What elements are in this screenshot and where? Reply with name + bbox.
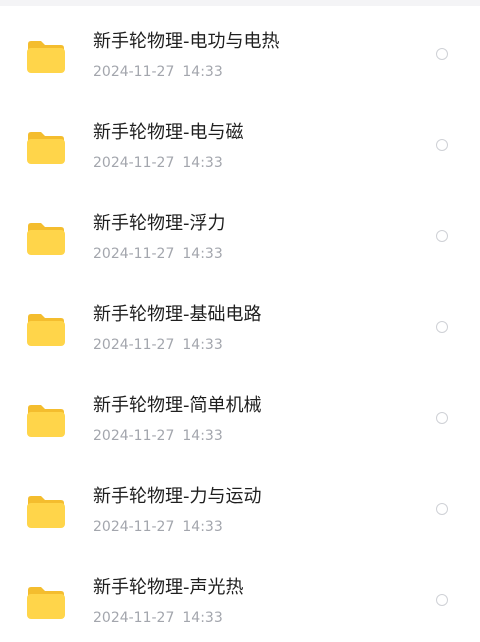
file-row[interactable]: 新手轮物理-力与运动 2024-11-27 14:33 — [0, 455, 480, 546]
file-date: 2024-11-27 — [93, 155, 175, 171]
folder-icon — [27, 223, 65, 255]
file-name: 新手轮物理-电功与电热 — [93, 31, 280, 52]
folder-icon — [27, 587, 65, 619]
file-modified-timestamp: 2024-11-27 14:33 — [93, 336, 223, 354]
file-name: 新手轮物理-电与磁 — [93, 122, 244, 143]
file-modified-timestamp: 2024-11-27 14:33 — [93, 609, 223, 627]
file-row[interactable]: 新手轮物理-电与磁 2024-11-27 14:33 — [0, 91, 480, 182]
file-row[interactable]: 新手轮物理-浮力 2024-11-27 14:33 — [0, 182, 480, 273]
folder-icon — [27, 496, 65, 528]
file-row[interactable]: 新手轮物理-电功与电热 2024-11-27 14:33 — [0, 0, 480, 91]
file-date: 2024-11-27 — [93, 519, 175, 535]
file-name: 新手轮物理-声光热 — [93, 577, 244, 598]
file-time: 14:33 — [182, 155, 223, 171]
file-date: 2024-11-27 — [93, 610, 175, 626]
file-date: 2024-11-27 — [93, 64, 175, 80]
file-time: 14:33 — [182, 428, 223, 444]
radio-circle-icon[interactable] — [436, 503, 448, 515]
file-time: 14:33 — [182, 610, 223, 626]
file-modified-timestamp: 2024-11-27 14:33 — [93, 427, 223, 445]
radio-circle-icon[interactable] — [436, 321, 448, 333]
file-row[interactable]: 新手轮物理-基础电路 2024-11-27 14:33 — [0, 273, 480, 364]
file-modified-timestamp: 2024-11-27 14:33 — [93, 518, 223, 536]
file-row[interactable]: 新手轮物理-声光热 2024-11-27 14:33 — [0, 546, 480, 637]
radio-circle-icon[interactable] — [436, 230, 448, 242]
file-row[interactable]: 新手轮物理-简单机械 2024-11-27 14:33 — [0, 364, 480, 455]
file-modified-timestamp: 2024-11-27 14:33 — [93, 154, 223, 172]
folder-icon — [27, 132, 65, 164]
radio-circle-icon[interactable] — [436, 594, 448, 606]
file-time: 14:33 — [182, 337, 223, 353]
file-modified-timestamp: 2024-11-27 14:33 — [93, 63, 223, 81]
file-name: 新手轮物理-力与运动 — [93, 486, 262, 507]
folder-icon — [27, 314, 65, 346]
radio-circle-icon[interactable] — [436, 412, 448, 424]
file-time: 14:33 — [182, 64, 223, 80]
file-time: 14:33 — [182, 519, 223, 535]
file-name: 新手轮物理-浮力 — [93, 213, 226, 234]
radio-circle-icon[interactable] — [436, 48, 448, 60]
file-time: 14:33 — [182, 246, 223, 262]
folder-icon — [27, 405, 65, 437]
file-date: 2024-11-27 — [93, 246, 175, 262]
file-name: 新手轮物理-简单机械 — [93, 395, 262, 416]
file-modified-timestamp: 2024-11-27 14:33 — [93, 245, 223, 263]
file-name: 新手轮物理-基础电路 — [93, 304, 262, 325]
file-date: 2024-11-27 — [93, 337, 175, 353]
folder-icon — [27, 41, 65, 73]
radio-circle-icon[interactable] — [436, 139, 448, 151]
file-list: 新手轮物理-电功与电热 2024-11-27 14:33 新手轮物理-电与磁 20… — [0, 0, 480, 642]
file-date: 2024-11-27 — [93, 428, 175, 444]
